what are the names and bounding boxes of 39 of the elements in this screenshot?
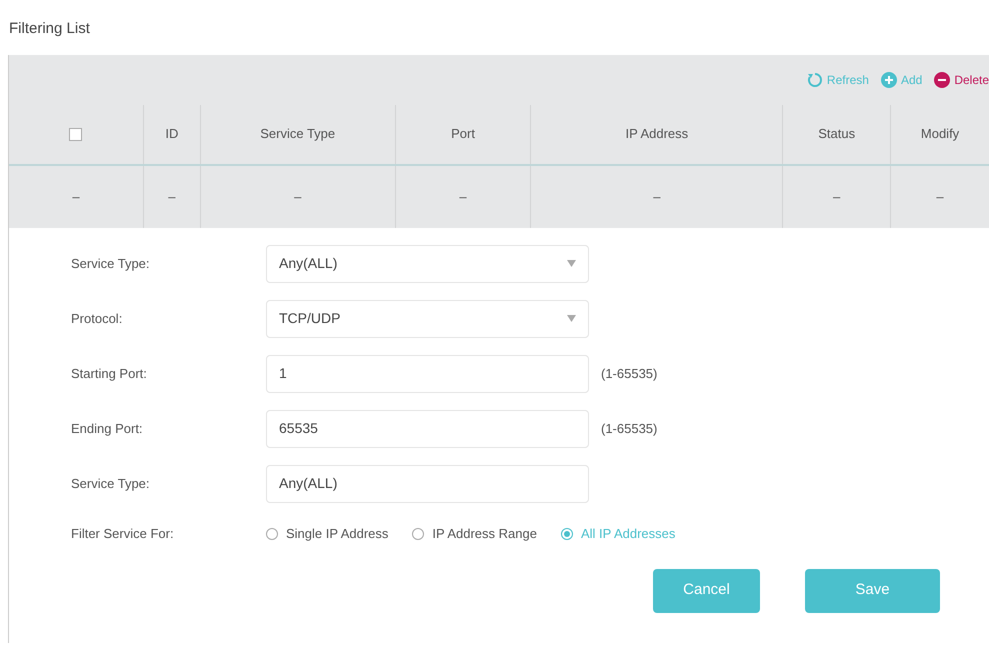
table-cell-text: – [294, 188, 302, 206]
field-label: Protocol: [71, 310, 124, 328]
radio-button[interactable] [412, 528, 424, 540]
input-field[interactable]: 1 [266, 354, 589, 392]
column-header: IP Address [626, 125, 688, 144]
field-label: Starting Port: [71, 364, 148, 383]
table-cell-text: – [936, 188, 944, 206]
table-cell-text: – [168, 188, 176, 206]
refresh-icon [806, 72, 823, 88]
table-cell-text: – [833, 188, 840, 206]
field-label: Filter Service For: [71, 524, 175, 543]
radio-button[interactable] [266, 528, 278, 540]
field-label: Service Type: [71, 254, 151, 273]
radio-button[interactable] [560, 528, 573, 540]
column-header: Modify [920, 125, 960, 144]
table-cell-text: – [653, 188, 660, 206]
page-title: Filtering List [8, 19, 91, 39]
radio-option[interactable]: Single IP Address [266, 524, 388, 544]
delete-button[interactable]: Delete [934, 70, 989, 88]
table-cell-text: – [72, 188, 80, 206]
dropdown[interactable]: TCP/UDP [266, 300, 589, 338]
minus-icon [934, 72, 950, 88]
input-field[interactable]: 65535 [266, 410, 589, 448]
range-hint: (1-65535) [601, 420, 658, 438]
caret-icon [567, 260, 576, 267]
field-label: Service Type: [71, 474, 151, 493]
input-field[interactable]: Any(ALL) [266, 464, 589, 502]
caret-icon [567, 315, 576, 322]
add-icon [880, 72, 897, 88]
field-label: Ending Port: [71, 420, 144, 438]
column-header: Status [818, 125, 856, 144]
select-all-checkbox[interactable] [69, 128, 82, 140]
column-header: Service Type [260, 125, 336, 144]
range-hint: (1-65535) [601, 364, 658, 383]
column-header: Port [451, 125, 475, 144]
radio-option[interactable]: IP Address Range [412, 524, 537, 544]
table-cell-text: – [459, 188, 467, 206]
dropdown[interactable]: Any(ALL) [266, 244, 589, 282]
column-header: ID [165, 125, 178, 144]
